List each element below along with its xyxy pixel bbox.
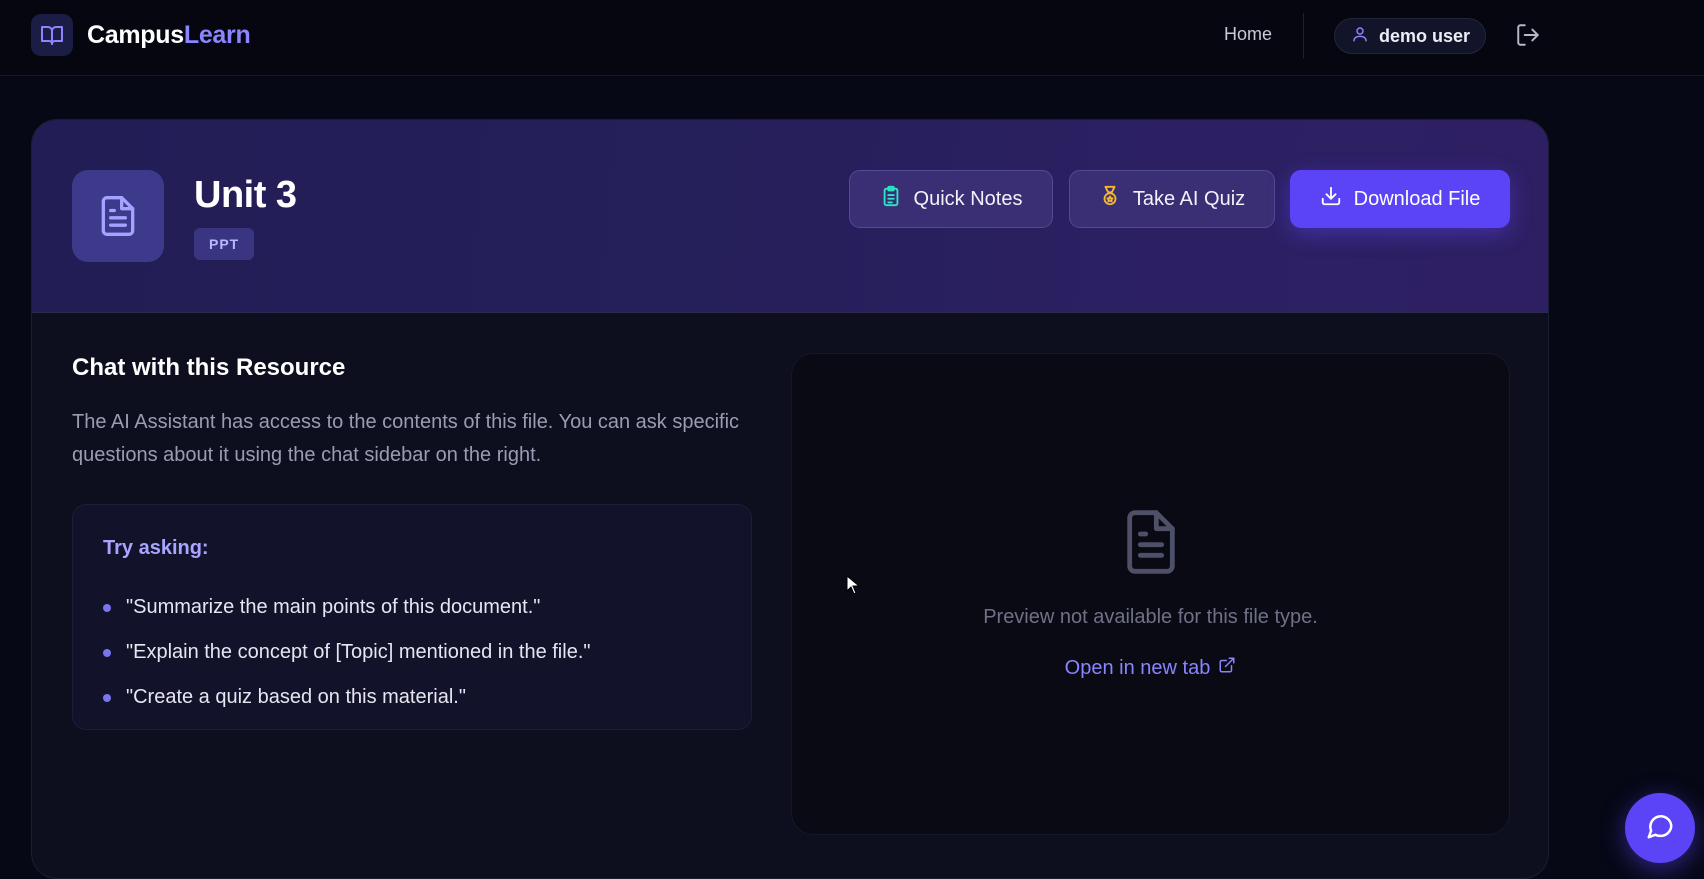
resource-card: Unit 3 PPT Quick Notes Take AI Quiz Down…	[31, 119, 1549, 879]
suggestions-list: "Summarize the main points of this docum…	[103, 585, 590, 720]
resource-title: Unit 3	[194, 174, 297, 216]
user-name: demo user	[1379, 25, 1471, 46]
logout-icon	[1515, 24, 1541, 52]
nav-home-link[interactable]: Home	[1224, 24, 1272, 45]
preview-unavailable-message: Preview not available for this file type…	[983, 606, 1318, 628]
take-ai-quiz-button[interactable]: Take AI Quiz	[1069, 170, 1275, 228]
bullet-dot	[103, 693, 111, 702]
suggestion-text: "Summarize the main points of this docum…	[126, 596, 541, 618]
external-link-icon	[1218, 656, 1236, 680]
suggestion-item: "Create a quiz based on this material."	[103, 675, 590, 720]
file-preview-panel: Preview not available for this file type…	[791, 353, 1510, 835]
nav-divider	[1303, 13, 1304, 58]
suggestions-panel: Try asking: "Summarize the main points o…	[72, 504, 752, 730]
suggestion-text: "Create a quiz based on this material."	[126, 686, 466, 708]
chat-bubble-icon	[1645, 811, 1675, 846]
resource-header: Unit 3 PPT Quick Notes Take AI Quiz Down…	[32, 120, 1548, 313]
file-text-icon	[1119, 504, 1183, 585]
file-type-badge: PPT	[194, 228, 255, 260]
chat-section-title: Chat with this Resource	[72, 354, 346, 381]
download-icon	[1320, 185, 1342, 213]
app-name-part1: Campus	[87, 20, 184, 49]
bullet-dot	[103, 603, 111, 612]
clipboard-icon	[880, 185, 902, 213]
top-navbar: CampusLearn Home demo user	[0, 0, 1704, 76]
quick-notes-label: Quick Notes	[913, 187, 1023, 210]
bullet-dot	[103, 648, 111, 657]
mouse-cursor-icon	[846, 574, 861, 600]
suggestion-item: "Summarize the main points of this docum…	[103, 585, 590, 630]
take-ai-quiz-label: Take AI Quiz	[1132, 187, 1246, 210]
user-icon	[1351, 25, 1369, 48]
app-name-part2: Learn	[183, 20, 251, 49]
app-name: CampusLearn	[87, 20, 251, 50]
file-text-icon	[72, 170, 164, 262]
medal-icon	[1099, 185, 1121, 213]
logout-button[interactable]	[1515, 22, 1541, 53]
chat-assistant-button[interactable]	[1625, 793, 1695, 863]
suggestion-item: "Explain the concept of [Topic] mentione…	[103, 630, 590, 675]
user-menu-button[interactable]: demo user	[1334, 18, 1486, 54]
download-file-button[interactable]: Download File	[1290, 170, 1510, 228]
suggestions-title: Try asking:	[103, 537, 209, 559]
open-in-new-tab-label: Open in new tab	[1064, 656, 1211, 679]
suggestion-text: "Explain the concept of [Topic] mentione…	[126, 641, 591, 663]
book-open-icon	[31, 14, 73, 56]
app-logo[interactable]: CampusLearn	[31, 14, 251, 56]
quick-notes-button[interactable]: Quick Notes	[849, 170, 1053, 228]
chat-description: The AI Assistant has access to the conte…	[72, 411, 740, 466]
open-in-new-tab-link[interactable]: Open in new tab	[792, 656, 1509, 680]
download-file-label: Download File	[1353, 187, 1481, 210]
